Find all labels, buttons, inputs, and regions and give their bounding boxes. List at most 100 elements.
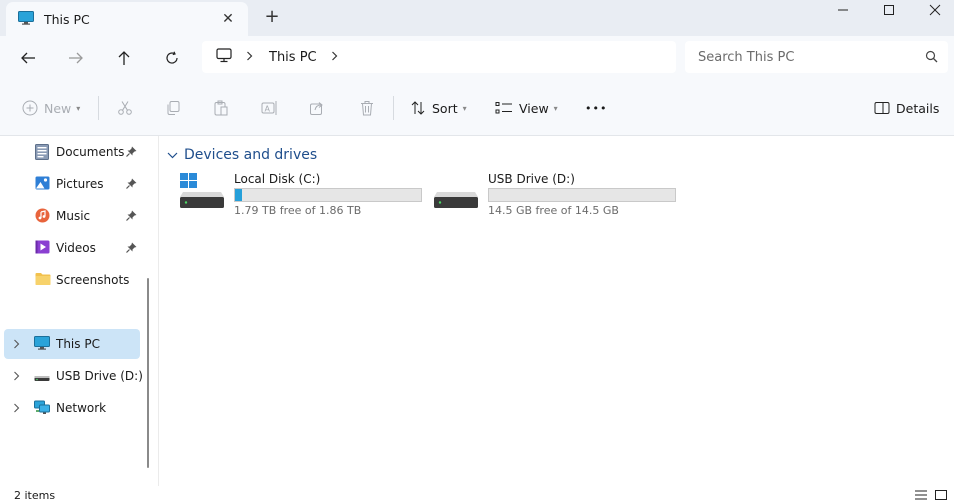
usb-drive-icon bbox=[434, 173, 478, 212]
close-icon bbox=[929, 4, 941, 16]
breadcrumb-this-pc[interactable]: This PC bbox=[269, 50, 317, 65]
toolbar-divider bbox=[98, 96, 99, 120]
arrow-left-icon bbox=[21, 52, 35, 64]
sidebar-item-music[interactable]: Music bbox=[4, 201, 140, 231]
sidebar-item-documents[interactable]: Documents bbox=[4, 137, 140, 167]
arrow-right-icon bbox=[69, 52, 83, 64]
pin-icon[interactable] bbox=[126, 178, 137, 192]
chevron-down-icon: ▾ bbox=[553, 103, 558, 113]
drive-name: Local Disk (C:) bbox=[234, 172, 321, 186]
chevron-right-icon[interactable] bbox=[13, 338, 20, 352]
details-view-button[interactable] bbox=[914, 489, 928, 501]
pin-icon[interactable] bbox=[126, 210, 137, 224]
sidebar-item-this-pc[interactable]: This PC bbox=[4, 329, 140, 359]
delete-button[interactable] bbox=[359, 98, 375, 118]
new-button[interactable]: New ▾ bbox=[22, 98, 80, 118]
sort-button[interactable]: Sort ▾ bbox=[410, 98, 467, 118]
hard-drive-icon bbox=[180, 173, 224, 212]
close-tab-button[interactable]: ✕ bbox=[220, 11, 236, 27]
view-list-icon bbox=[495, 102, 512, 114]
up-button[interactable] bbox=[110, 45, 138, 71]
sidebar-item-videos[interactable]: Videos bbox=[4, 233, 140, 263]
breadcrumb-chevron-icon[interactable] bbox=[331, 50, 338, 64]
share-icon bbox=[310, 102, 323, 115]
refresh-button[interactable] bbox=[158, 45, 186, 71]
music-icon bbox=[35, 208, 50, 226]
pin-icon[interactable] bbox=[126, 242, 137, 256]
tiles-view-button[interactable] bbox=[934, 489, 948, 501]
rename-button[interactable]: A bbox=[261, 98, 279, 118]
trash-icon bbox=[361, 101, 373, 116]
address-bar[interactable]: This PC bbox=[202, 41, 676, 73]
chevron-right-icon[interactable] bbox=[13, 370, 20, 384]
close-window-button[interactable] bbox=[912, 0, 954, 20]
tiles-view-icon bbox=[935, 490, 947, 500]
drive-usage-fill bbox=[235, 189, 243, 201]
sidebar-item-screenshots[interactable]: Screenshots bbox=[4, 265, 140, 295]
cut-button[interactable] bbox=[117, 98, 133, 118]
drive-free-space: 1.79 TB free of 1.86 TB bbox=[234, 204, 362, 217]
copy-button[interactable] bbox=[165, 98, 181, 118]
drive-usage-bar bbox=[488, 188, 676, 202]
sort-label: Sort bbox=[432, 100, 458, 116]
drive-tile-usb-drive-d[interactable]: USB Drive (D:) 14.5 GB free of 14.5 GB bbox=[434, 171, 684, 219]
search-placeholder: Search This PC bbox=[698, 49, 795, 65]
command-bar: New ▾ A Sort ▾ View ▾ ••• Details bbox=[0, 80, 954, 136]
usb-drive-icon bbox=[34, 372, 50, 386]
folder-icon bbox=[35, 272, 51, 289]
view-label: View bbox=[519, 100, 549, 116]
drive-usage-bar bbox=[234, 188, 422, 202]
tab-this-pc[interactable]: This PC ✕ bbox=[6, 2, 248, 36]
chevron-down-icon[interactable] bbox=[167, 147, 178, 163]
sidebar-scrollbar[interactable] bbox=[147, 278, 149, 468]
navigation-bar: This PC Search This PC bbox=[0, 36, 954, 80]
copy-icon bbox=[167, 101, 180, 115]
navigation-pane: Documents Pictures Music Videos Screensh… bbox=[0, 136, 158, 486]
search-input[interactable]: Search This PC bbox=[685, 41, 948, 73]
details-pane-button[interactable]: Details bbox=[874, 98, 939, 118]
drive-name: USB Drive (D:) bbox=[488, 172, 575, 186]
item-count: 2 items bbox=[14, 489, 56, 502]
rename-icon: A bbox=[261, 101, 277, 115]
share-button[interactable] bbox=[309, 98, 325, 118]
minimize-button[interactable] bbox=[820, 0, 866, 20]
details-pane-icon bbox=[874, 102, 890, 114]
status-bar: 2 items bbox=[0, 486, 954, 504]
more-options-button[interactable]: ••• bbox=[585, 98, 607, 118]
this-pc-icon bbox=[34, 336, 50, 353]
devices-group-header[interactable]: Devices and drives bbox=[167, 147, 317, 163]
sidebar-item-pictures[interactable]: Pictures bbox=[4, 169, 140, 199]
sidebar-item-network[interactable]: Network bbox=[4, 393, 140, 423]
minimize-icon bbox=[838, 9, 848, 11]
sidebar-item-usb-drive[interactable]: USB Drive (D:) bbox=[4, 361, 143, 391]
content-pane: Devices and drives Local Disk (C:) 1.79 … bbox=[159, 137, 954, 486]
breadcrumb-chevron-icon[interactable] bbox=[246, 50, 253, 64]
computer-icon bbox=[216, 48, 232, 66]
drive-free-space: 14.5 GB free of 14.5 GB bbox=[488, 204, 619, 217]
sidebar-item-label: USB Drive (D:) bbox=[56, 369, 143, 383]
chevron-right-icon[interactable] bbox=[13, 402, 20, 416]
drive-tile-local-disk-c[interactable]: Local Disk (C:) 1.79 TB free of 1.86 TB bbox=[180, 171, 430, 219]
network-icon bbox=[34, 400, 50, 418]
plus-circle-icon bbox=[22, 100, 38, 116]
new-tab-button[interactable]: + bbox=[262, 6, 282, 28]
sidebar-item-label: Videos bbox=[56, 241, 96, 255]
maximize-button[interactable] bbox=[866, 0, 912, 20]
pictures-icon bbox=[35, 176, 50, 193]
sidebar-item-label: Documents bbox=[56, 145, 125, 159]
maximize-icon bbox=[884, 5, 894, 15]
group-title: Devices and drives bbox=[184, 147, 318, 163]
search-icon[interactable] bbox=[925, 50, 938, 66]
view-button[interactable]: View ▾ bbox=[495, 98, 558, 118]
documents-icon bbox=[35, 144, 49, 163]
videos-icon bbox=[35, 240, 50, 257]
paste-button[interactable] bbox=[213, 98, 229, 118]
back-button[interactable] bbox=[14, 45, 42, 71]
new-label: New bbox=[44, 100, 72, 116]
sidebar-item-label: This PC bbox=[56, 337, 100, 351]
forward-button[interactable] bbox=[62, 45, 90, 71]
arrow-up-icon bbox=[118, 51, 130, 65]
scissors-icon bbox=[118, 101, 132, 115]
sidebar-item-label: Music bbox=[56, 209, 91, 223]
pin-icon[interactable] bbox=[126, 146, 137, 160]
